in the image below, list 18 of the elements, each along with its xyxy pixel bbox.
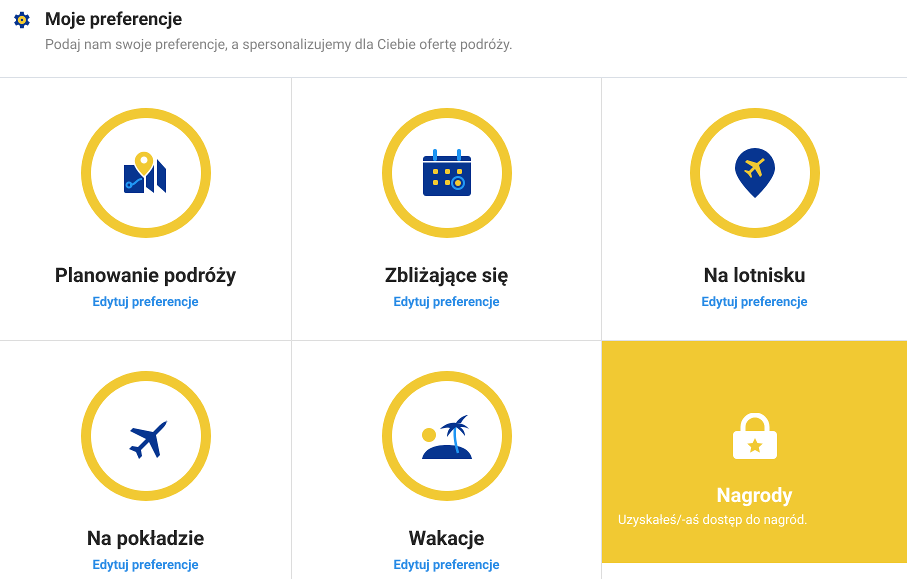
tile-title: Wakacje [408, 525, 484, 552]
calendar-icon [422, 149, 470, 197]
edit-preferences-link[interactable]: Edytuj preferencje [92, 556, 198, 576]
rewards-text: Uzyskałeś/-aś dostęp do nagród. [618, 512, 808, 530]
tile-title: Na lotnisku [704, 262, 806, 289]
island-icon [422, 413, 472, 459]
lock-icon [732, 413, 776, 459]
edit-preferences-link[interactable]: Edytuj preferencje [394, 556, 500, 576]
edit-preferences-link[interactable]: Edytuj preferencje [92, 293, 198, 313]
tile-title: Planowanie podróży [54, 262, 236, 289]
edit-preferences-link[interactable]: Edytuj preferencje [702, 293, 808, 313]
page-title: Moje preferencje [45, 8, 184, 32]
tile-title: Zbliżające się [384, 262, 508, 289]
location-pin-icon [734, 148, 774, 198]
tile-title: Nagrody [716, 482, 792, 509]
tile-title: Na pokładzie [86, 525, 204, 552]
edit-preferences-link[interactable]: Edytuj preferencje [394, 293, 500, 313]
page-subtitle: Podaj nam swoje preferencje, a spersonalizujemy dla Ciebie ofertę podróży. [45, 36, 513, 55]
